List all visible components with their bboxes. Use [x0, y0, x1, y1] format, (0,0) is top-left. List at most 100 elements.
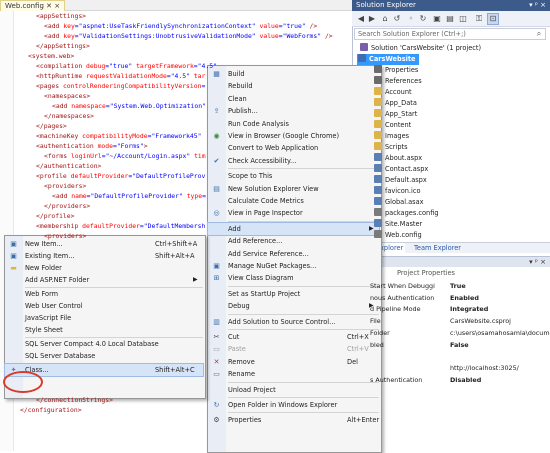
- menu-item-rename[interactable]: ▭ Rename: [208, 368, 379, 380]
- solution-explorer-title: Solution Explorer ▾ ᵖ ×: [352, 0, 550, 11]
- menu-item-properties[interactable]: ⚙ Properties Alt+Enter: [208, 414, 379, 426]
- property-name: s Authentication: [370, 375, 423, 384]
- tree-item[interactable]: Site.Master: [374, 219, 422, 230]
- tab-solution-explorer[interactable]: xplorer: [378, 243, 406, 253]
- property-value[interactable]: http://localhost:3025/: [450, 363, 519, 373]
- new-view-icon: ▤: [213, 184, 220, 193]
- menu-item-web-user-control[interactable]: Web User Control: [5, 300, 203, 312]
- tree-item[interactable]: References: [374, 76, 422, 87]
- source-control-icon: ▥: [213, 317, 220, 326]
- menu-item-add-service-reference[interactable]: Add Service Reference...: [208, 248, 379, 260]
- menu-item-add-reference[interactable]: Add Reference...: [208, 235, 379, 247]
- cut-icon: ✂: [213, 333, 220, 341]
- menu-item-existing-item[interactable]: ▣ Existing Item... Shift+Alt+A: [5, 250, 203, 262]
- property-value[interactable]: True: [450, 281, 466, 291]
- tree-item-icon: [374, 87, 382, 95]
- menu-item-new-folder[interactable]: ▬ New Folder: [5, 262, 203, 274]
- publish-icon: ⇪: [213, 107, 220, 116]
- property-value[interactable]: Enabled: [450, 293, 479, 303]
- menu-item-sql-server-compact-4-0-local-database[interactable]: SQL Server Compact 4.0 Local Database: [5, 338, 203, 350]
- tree-item-icon: [374, 131, 382, 139]
- menu-item-remove[interactable]: ✕ Remove Del: [208, 356, 379, 368]
- tree-item[interactable]: App_Start: [374, 109, 417, 120]
- menu-item-calculate-code-metrics[interactable]: Calculate Code Metrics: [208, 195, 379, 207]
- menu-separator: [228, 285, 379, 287]
- submenu-arrow-icon: ▶: [369, 224, 374, 232]
- menu-item-clean[interactable]: Clean: [208, 93, 379, 105]
- menu-item-manage-nuget-packages[interactable]: ▣ Manage NuGet Packages...: [208, 260, 379, 272]
- code-line: <forms loginUrl="~/Account/Login.aspx" t…: [44, 152, 206, 160]
- menu-item-build[interactable]: ▦ Build: [208, 68, 379, 80]
- solution-search-input[interactable]: Search Solution Explorer (Ctrl+;): [354, 28, 546, 40]
- menu-item-new-solution-explorer-view[interactable]: ▤ New Solution Explorer View: [208, 183, 379, 195]
- menu-item-debug[interactable]: Debug ▶: [208, 300, 379, 312]
- tree-item[interactable]: favicon.ico: [374, 186, 421, 197]
- remove-icon: ✕: [213, 357, 220, 366]
- menu-item-javascript-file[interactable]: JavaScript File: [5, 312, 203, 324]
- menu-item-style-sheet[interactable]: Style Sheet: [5, 324, 203, 336]
- tree-item[interactable]: Content: [374, 120, 411, 131]
- code-line: <add key="ValidationSettings:Unobtrusive…: [44, 32, 333, 40]
- menu-item-rebuild[interactable]: Rebuild: [208, 80, 379, 92]
- refresh-icon[interactable]: ↻: [418, 14, 428, 24]
- tree-item[interactable]: Contact.aspx: [374, 164, 428, 175]
- tree-item[interactable]: Global.asax: [374, 197, 424, 208]
- show-all-files-icon[interactable]: ▤: [445, 14, 455, 24]
- tree-solution[interactable]: Solution 'CarsWebsite' (1 project): [360, 43, 481, 54]
- tree-project[interactable]: CarsWebsite: [357, 54, 419, 65]
- tree-item[interactable]: packages.config: [374, 208, 439, 219]
- property-value[interactable]: c:\users\osamahosamla\docume: [450, 328, 550, 338]
- menu-item-view-in-page-inspector[interactable]: ◎ View in Page Inspector: [208, 207, 379, 219]
- tree-item[interactable]: Scripts: [374, 142, 408, 153]
- menu-item-convert-to-web-application[interactable]: Convert to Web Application: [208, 142, 379, 154]
- tree-item[interactable]: Default.aspx: [374, 175, 427, 186]
- accessibility-icon: ✔: [213, 156, 220, 165]
- tree-item[interactable]: Images: [374, 131, 409, 142]
- menu-item-sql-server-database[interactable]: SQL Server Database: [5, 350, 203, 362]
- property-value[interactable]: Disabled: [450, 375, 481, 385]
- tree-item[interactable]: Account: [374, 87, 412, 98]
- menu-item-add[interactable]: Add ▶: [207, 221, 380, 236]
- menu-item-web-form[interactable]: Web Form: [5, 288, 203, 300]
- properties-icon[interactable]: ⚿: [474, 14, 484, 24]
- collapse-all-icon[interactable]: ▣: [432, 14, 442, 24]
- code-line: <authentication mode="Forms">: [36, 142, 148, 150]
- back-icon[interactable]: ◀: [356, 14, 366, 24]
- tab-team-explorer[interactable]: Team Explorer: [412, 243, 463, 253]
- menu-item-add-asp-net-folder[interactable]: Add ASP.NET Folder ▶: [5, 274, 203, 286]
- code-line: </pages>: [36, 122, 67, 130]
- menu-item-set-as-startup-project[interactable]: Set as StartUp Project: [208, 288, 379, 300]
- forward-icon[interactable]: ▶: [367, 14, 377, 24]
- preview-selected-icon[interactable]: ⊡: [487, 13, 499, 25]
- property-name: Folder: [370, 328, 390, 337]
- menu-item-open-folder-in-windows-explorer[interactable]: ↻ Open Folder in Windows Explorer: [208, 399, 379, 411]
- tree-item[interactable]: About.aspx: [374, 153, 422, 164]
- property-value[interactable]: Integrated: [450, 304, 488, 314]
- menu-item-run-code-analysis[interactable]: Run Code Analysis: [208, 118, 379, 130]
- tree-item[interactable]: Web.config: [374, 230, 422, 241]
- build-icon: ▦: [213, 70, 220, 78]
- menu-item-add-solution-to-source-control[interactable]: ▥ Add Solution to Source Control...: [208, 316, 379, 328]
- property-value[interactable]: CarsWebsite.csproj: [450, 316, 511, 326]
- menu-item-unload-project[interactable]: Unload Project: [208, 384, 379, 396]
- menu-item-publish[interactable]: ⇪ Publish...: [208, 105, 379, 117]
- code-line: <system.web>: [28, 52, 75, 60]
- preview-icon[interactable]: ◫: [458, 14, 468, 24]
- search-icon[interactable]: ⌕: [533, 28, 545, 40]
- menu-item-cut[interactable]: ✂ Cut Ctrl+X: [208, 331, 379, 343]
- menu-item-scope-to-this[interactable]: Scope to This: [208, 170, 379, 182]
- pending-changes-icon[interactable]: ◦: [406, 14, 416, 24]
- menu-item-paste[interactable]: ▭ Paste Ctrl+V: [208, 343, 379, 355]
- menu-item-new-item[interactable]: ▣ New Item... Ctrl+Shift+A: [5, 238, 203, 250]
- tree-item[interactable]: App_Data: [374, 98, 417, 109]
- menu-separator: [228, 329, 379, 330]
- tree-item[interactable]: Properties: [374, 65, 418, 76]
- menu-item-view-in-browser-google-chrome[interactable]: ◉ View in Browser (Google Chrome): [208, 130, 379, 142]
- property-value[interactable]: False: [450, 340, 469, 350]
- paste-icon: ▭: [213, 345, 220, 354]
- home-icon[interactable]: ⌂: [380, 14, 390, 24]
- sync-icon[interactable]: ↺: [392, 14, 402, 24]
- menu-item-check-accessibility[interactable]: ✔ Check Accessibility...: [208, 155, 379, 167]
- menu-item-view-class-diagram[interactable]: ⊞ View Class Diagram: [208, 272, 379, 284]
- code-line: <add key="aspnet:UseTaskFriendlySynchron…: [44, 22, 318, 30]
